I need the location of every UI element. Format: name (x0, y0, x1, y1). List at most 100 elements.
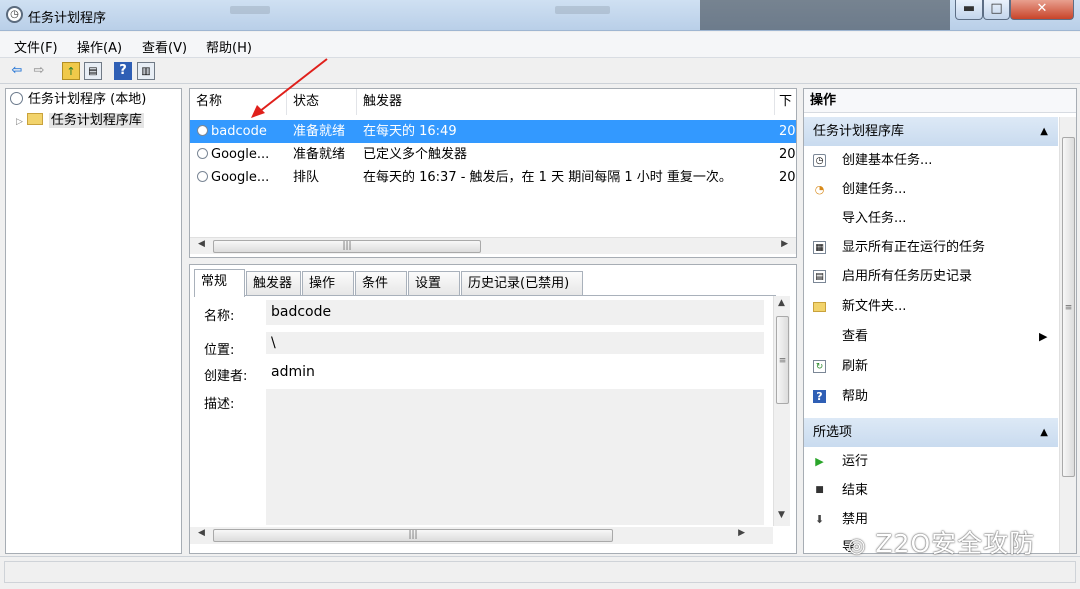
scroll-up-icon[interactable]: ▲ (778, 298, 785, 308)
expand-arrow-icon[interactable]: ▷ (16, 117, 23, 127)
scroll-down-icon[interactable]: ▼ (778, 510, 785, 520)
actions-section-library[interactable]: 任务计划程序库 ▲ (804, 117, 1058, 146)
scrollbar-thumb[interactable]: ||| (213, 529, 613, 542)
show-hide-tree-icon[interactable]: ▤ (84, 62, 102, 80)
section-title: 任务计划程序库 (813, 124, 905, 139)
annotation-arrow-head (251, 105, 265, 118)
create-task-icon: ◔ (814, 183, 825, 196)
blurred-background-text (230, 6, 270, 14)
action-create-basic-task[interactable]: ◷ 创建基本任务... (804, 146, 1058, 175)
tab-history[interactable]: 历史记录(已禁用) (461, 271, 583, 296)
annotation-arrow-line (254, 58, 328, 116)
tree-item-label: 任务计划程序库 (48, 113, 144, 128)
help-icon[interactable]: ? (114, 62, 132, 80)
task-detail-pane: 常规 触发器 操作 条件 设置 历史记录(已禁用) 名称: badcode 位置… (189, 264, 797, 554)
actions-vertical-scrollbar[interactable]: ≡ (1059, 117, 1076, 553)
action-view[interactable]: 查看 ▶ (804, 322, 1058, 351)
forward-arrow-icon[interactable]: ⇨ (30, 62, 48, 80)
tab-settings[interactable]: 设置 (408, 271, 460, 296)
description-label: 描述: (204, 397, 235, 412)
action-enable-history[interactable]: ▤ 启用所有任务历史记录 (804, 262, 1058, 291)
action-import-task[interactable]: 导入任务... (804, 204, 1058, 233)
clock-icon (10, 92, 23, 105)
status-bar (0, 556, 1080, 589)
scrollbar-thumb[interactable]: ≡ (776, 316, 789, 404)
annotation-arrow (251, 58, 328, 118)
tab-conditions[interactable]: 条件 (355, 271, 407, 296)
navigation-tree: 任务计划程序 (本地) ▷ 任务计划程序库 (5, 88, 182, 554)
watermark-text: Z2O安全攻防 (875, 529, 1036, 558)
close-button[interactable]: ✕ (1010, 0, 1074, 20)
tab-general[interactable]: 常规 (194, 269, 245, 297)
refresh-icon: ↻ (813, 360, 826, 373)
scroll-left-icon[interactable]: ◀ (198, 239, 205, 249)
task-next-run: 20 (779, 147, 796, 162)
action-help[interactable]: ? 帮助 (804, 382, 1058, 411)
action-new-folder[interactable]: 新文件夹... (804, 292, 1058, 321)
detail-horizontal-scrollbar[interactable]: ◀ ||| ▶ (190, 527, 773, 544)
location-field[interactable]: \ (266, 332, 764, 354)
actions-pane-title: 操作 (804, 89, 1076, 113)
blurred-background-text (555, 6, 610, 14)
scroll-right-icon[interactable]: ▶ (781, 239, 788, 249)
tree-item-local[interactable]: 任务计划程序 (本地) (10, 90, 146, 110)
task-trigger: 已定义多个触发器 (363, 147, 468, 162)
collapse-icon[interactable]: ▲ (1040, 418, 1048, 447)
section-title: 所选项 (813, 425, 853, 440)
action-run[interactable]: ▶ 运行 (804, 447, 1058, 476)
column-header-trigger[interactable]: 触发器 (357, 89, 775, 115)
action-refresh[interactable]: ↻ 刷新 (804, 352, 1058, 381)
tab-triggers[interactable]: 触发器 (246, 271, 301, 296)
author-field[interactable]: admin (266, 360, 764, 385)
export-icon (813, 541, 826, 553)
task-trigger: 在每天的 16:37 - 触发后，在 1 天 期间每隔 1 小时 重复一次。 (363, 170, 732, 185)
tab-divider (194, 295, 776, 296)
running-tasks-icon: ▦ (813, 241, 826, 254)
task-next-run: 20 (779, 124, 796, 139)
title-bar: ◷ 任务计划程序 ▬ □ ✕ (0, 0, 1080, 31)
menu-view[interactable]: 查看(V) (142, 37, 187, 56)
wechat-logo-icon: ◎ (848, 533, 867, 557)
scroll-right-icon[interactable]: ▶ (738, 528, 745, 538)
watermark: ◎ Z2O安全攻防 (848, 524, 1035, 560)
tree-item-library[interactable]: ▷ 任务计划程序库 (16, 111, 144, 131)
column-header-next-run[interactable]: 下 (775, 89, 796, 115)
blurred-background-window (700, 0, 950, 30)
actions-section-selected[interactable]: 所选项 ▲ (804, 418, 1058, 447)
maximize-button[interactable]: □ (983, 0, 1010, 20)
scrollbar-thumb[interactable]: ||| (213, 240, 481, 253)
create-basic-task-icon: ◷ (813, 154, 826, 167)
run-icon: ▶ (815, 455, 824, 468)
actions-pane: 操作 任务计划程序库 ▲ ◷ 创建基本任务... ◔ 创建任务... 导入任务.… (803, 88, 1077, 554)
scroll-left-icon[interactable]: ◀ (198, 528, 205, 538)
author-label: 创建者: (204, 369, 248, 384)
task-list-horizontal-scrollbar[interactable]: ◀ ||| ▶ (190, 237, 796, 254)
action-create-task[interactable]: ◔ 创建任务... (804, 175, 1058, 204)
new-folder-icon (813, 302, 826, 312)
task-status: 准备就绪 (293, 147, 346, 162)
task-clock-icon (197, 125, 208, 136)
task-trigger: 在每天的 16:49 (363, 124, 457, 139)
status-bar-cell (4, 561, 1076, 583)
description-field[interactable] (266, 389, 764, 525)
action-end[interactable]: ■ 结束 (804, 476, 1058, 505)
name-label: 名称: (204, 309, 235, 324)
tab-actions[interactable]: 操作 (302, 271, 354, 296)
name-field[interactable]: badcode (266, 300, 764, 325)
task-name: Google... (211, 147, 270, 162)
menu-help[interactable]: 帮助(H) (206, 37, 252, 56)
table-row[interactable]: Google... 准备就绪 已定义多个触发器 20 (190, 143, 796, 166)
task-name: Google... (211, 170, 270, 185)
collapse-icon[interactable]: ▲ (1040, 117, 1048, 146)
up-folder-icon[interactable]: ↑ (62, 62, 80, 80)
window-title: 任务计划程序 (28, 11, 107, 26)
menu-action[interactable]: 操作(A) (77, 37, 122, 56)
minimize-button[interactable]: ▬ (955, 0, 983, 20)
back-arrow-icon[interactable]: ⇦ (8, 62, 26, 80)
menu-file[interactable]: 文件(F) (14, 37, 58, 56)
detail-vertical-scrollbar[interactable]: ▲ ≡ ▼ (773, 296, 790, 526)
table-row[interactable]: Google... 排队 在每天的 16:37 - 触发后，在 1 天 期间每隔… (190, 166, 796, 189)
action-show-running-tasks[interactable]: ▦ 显示所有正在运行的任务 (804, 233, 1058, 262)
scrollbar-thumb[interactable]: ≡ (1062, 137, 1075, 477)
show-hide-action-pane-icon[interactable]: ▥ (137, 62, 155, 80)
